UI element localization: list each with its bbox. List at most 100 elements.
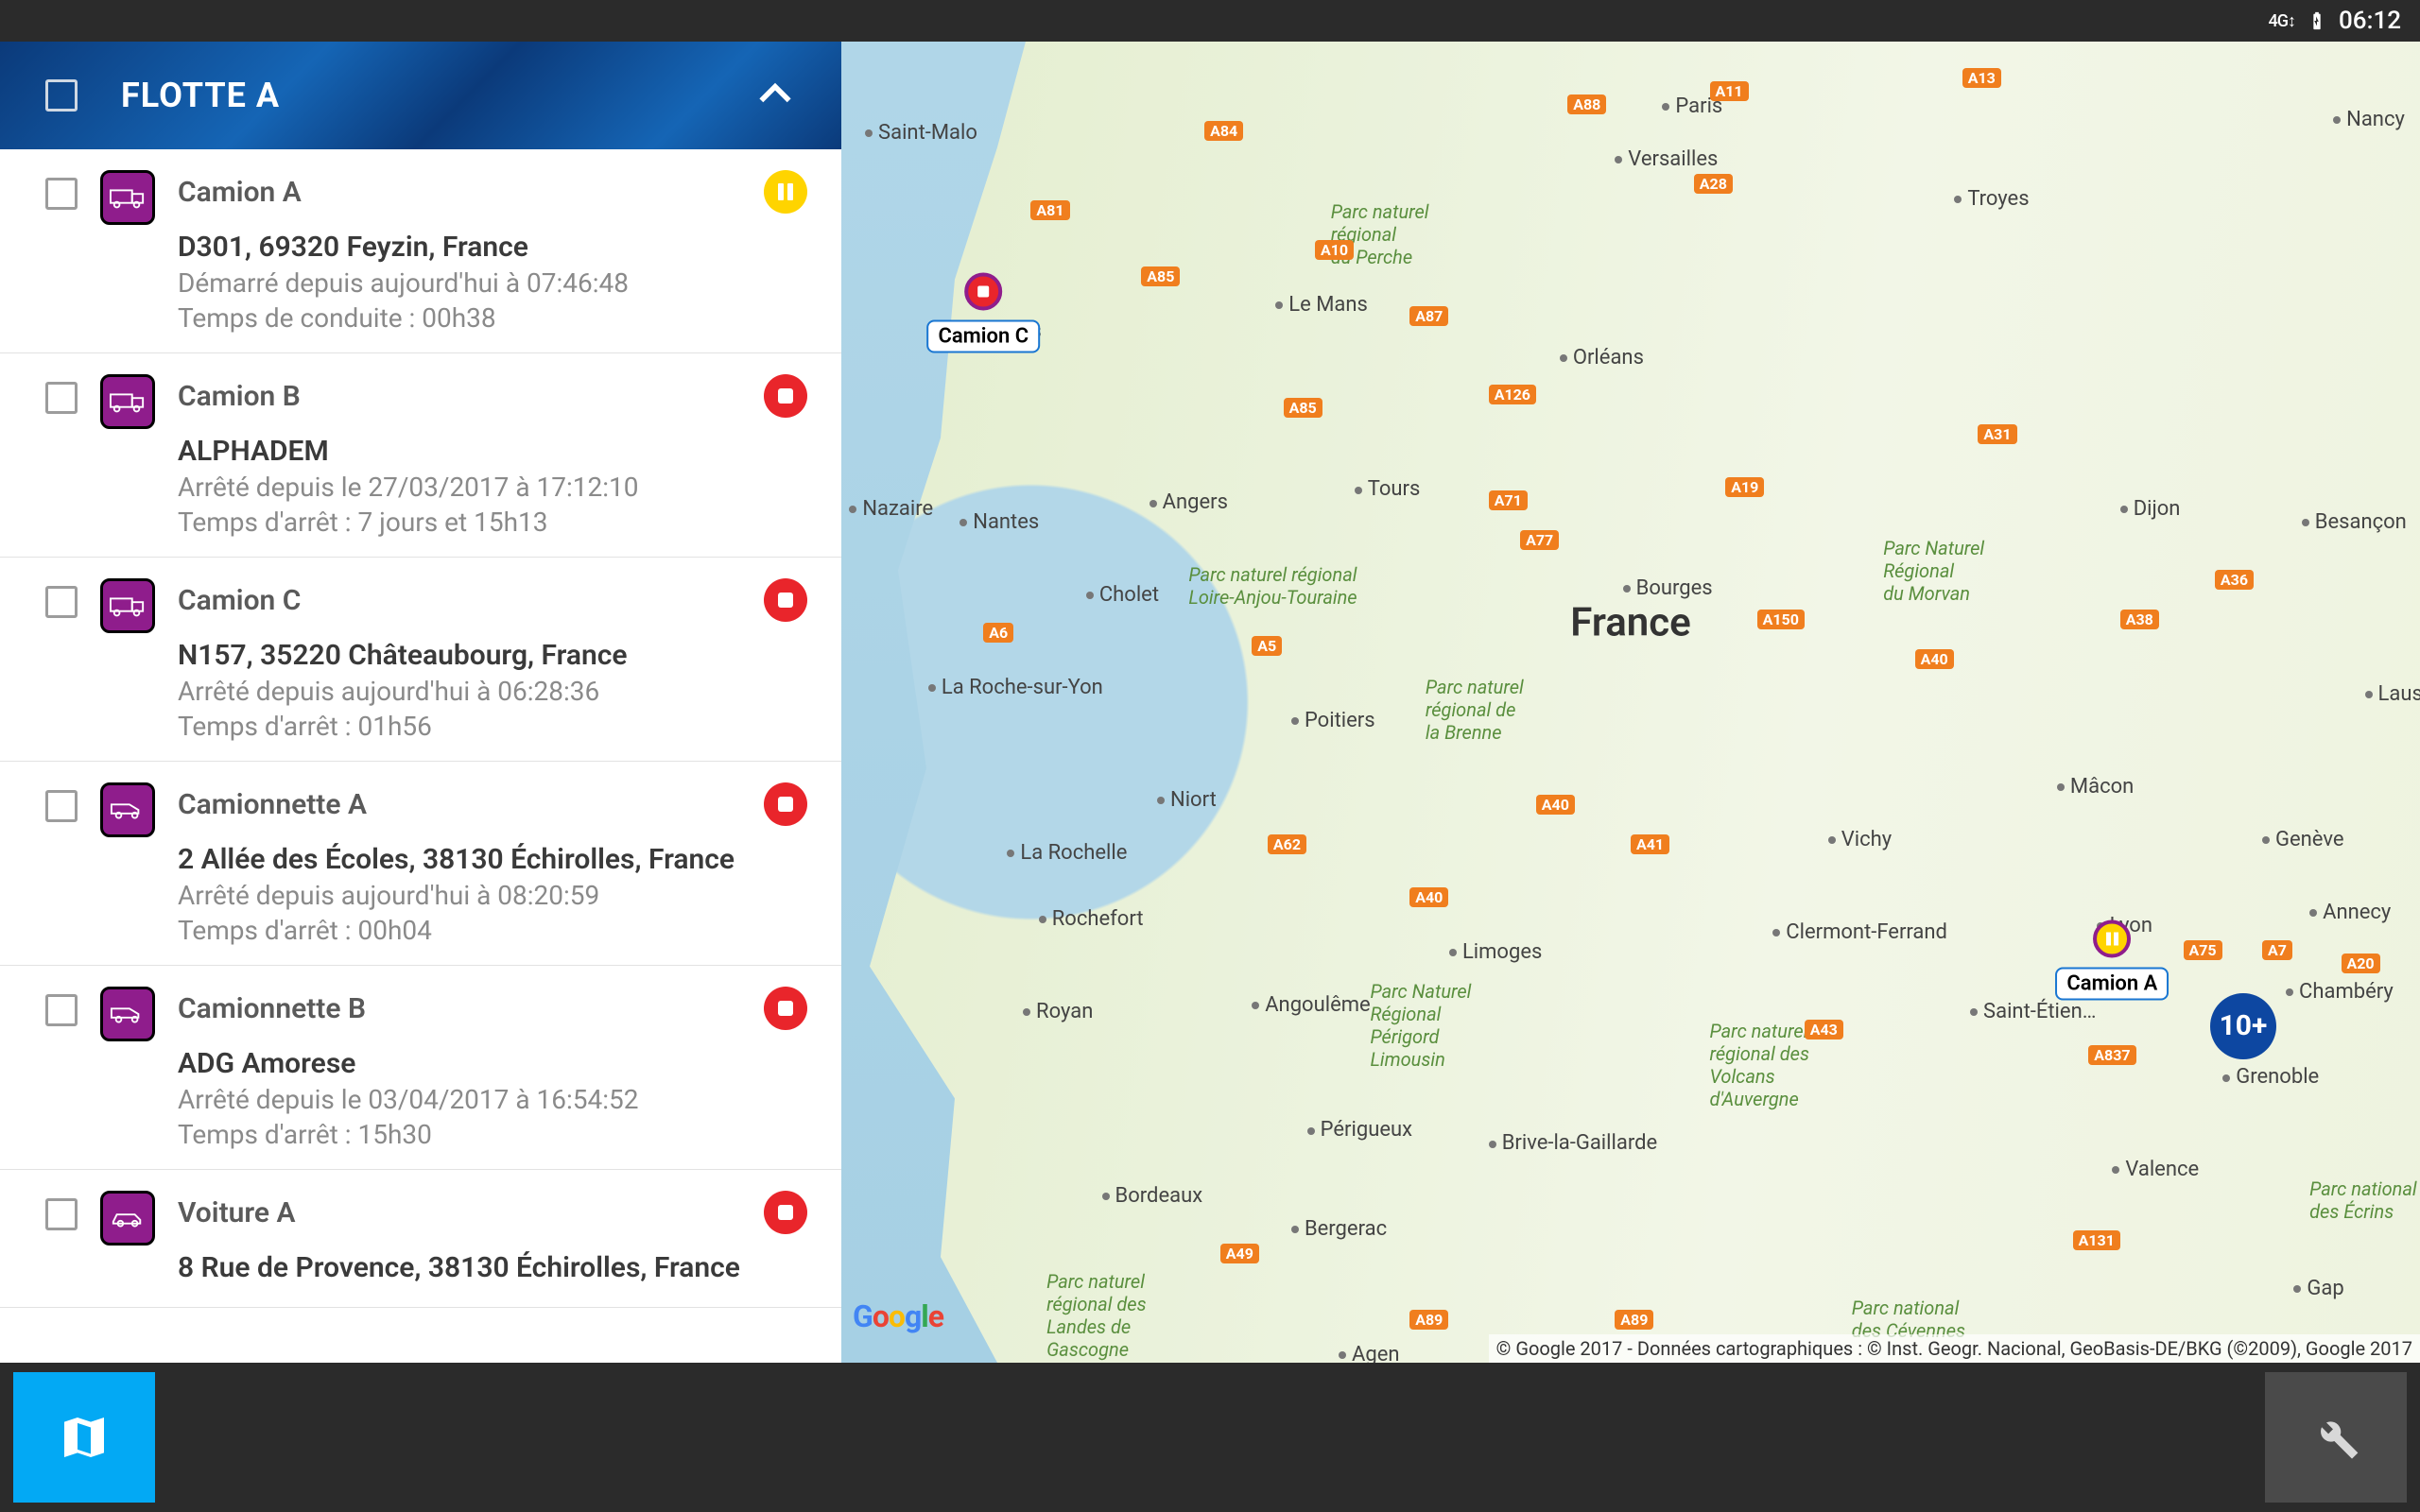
map-city-label: Grenoble (2222, 1065, 2319, 1089)
map-city-label: Annecy (2309, 901, 2391, 924)
marker-label: Camion C (926, 319, 1040, 352)
map-park-label: Parc naturel régionalLoire-Anjou-Tourain… (1188, 563, 1357, 609)
map-city-label: Limoges (1449, 940, 1542, 964)
map-attribution: © Google 2017 - Données cartographiques … (1489, 1334, 2420, 1363)
road-shield: A36 (2215, 570, 2254, 590)
vehicle-checkbox[interactable] (45, 790, 78, 822)
road-shield: A81 (1030, 200, 1069, 220)
map-city-label: Dijon (2120, 497, 2181, 521)
vehicle-type-icon (100, 170, 155, 225)
map-city-label: Bergerac (1291, 1217, 1387, 1241)
map-city-label: Saint-Malo (865, 121, 977, 145)
map-cluster[interactable]: 10+ (2210, 993, 2276, 1059)
road-shield: A40 (1536, 795, 1575, 815)
map-city-label: Besançon (2302, 510, 2407, 534)
vehicle-item[interactable]: Voiture A 8 Rue de Provence, 38130 Échir… (0, 1170, 841, 1308)
battery-charging-icon (2307, 7, 2327, 35)
vehicle-checkbox[interactable] (45, 382, 78, 414)
status-stopped-icon (764, 578, 807, 622)
network-indicator: 4G↕ (2269, 11, 2296, 31)
chevron-up-icon[interactable] (754, 73, 796, 118)
vehicle-name: Camion B (178, 380, 764, 413)
map-marker[interactable]: Camion A (2055, 919, 2169, 1000)
vehicle-address: 8 Rue de Provence, 38130 Échirolles, Fra… (178, 1251, 813, 1284)
vehicle-list[interactable]: Camion A D301, 69320 Feyzin, France Déma… (0, 149, 841, 1363)
vehicle-item[interactable]: Camion B ALPHADEM Arrêté depuis le 27/03… (0, 353, 841, 558)
marker-label: Camion A (2055, 967, 2169, 1000)
wrench-icon (2309, 1411, 2362, 1464)
map-city-label: Cholet (1086, 583, 1159, 607)
vehicle-meta-2: Temps d'arrêt : 15h30 (178, 1119, 813, 1150)
map-marker[interactable]: Camion C (926, 272, 1040, 352)
map-city-label: Clermont-Ferrand (1772, 920, 1947, 944)
vehicle-name: Camion C (178, 584, 764, 617)
vehicle-checkbox[interactable] (45, 586, 78, 618)
vehicle-item[interactable]: Camionnette B ADG Amorese Arrêté depuis … (0, 966, 841, 1170)
vehicle-type-icon (100, 578, 155, 633)
vehicle-meta-2: Temps d'arrêt : 01h56 (178, 711, 813, 742)
road-shield: A11 (1710, 81, 1749, 101)
road-shield: A84 (1204, 121, 1243, 141)
vehicle-meta-2: Temps de conduite : 00h38 (178, 302, 813, 334)
map-city-label: Saint-Étien… (1970, 1000, 2096, 1023)
map-city-label: Orléans (1560, 346, 1644, 369)
map-city-label: Le Mans (1275, 293, 1368, 317)
road-shield: A126 (1489, 385, 1536, 404)
map-city-label: Bourges (1623, 576, 1713, 600)
fleet-select-all-checkbox[interactable] (45, 79, 78, 112)
road-shield: A88 (1567, 94, 1606, 114)
map-city-label: Valence (2112, 1158, 2199, 1181)
vehicle-name: Camionnette A (178, 788, 764, 821)
map-city-label: Gap (2293, 1277, 2343, 1300)
map-city-label: Rochefort (1039, 907, 1144, 931)
road-shield: A89 (1409, 1310, 1448, 1330)
vehicle-type-icon (100, 987, 155, 1041)
map-city-label: Bordeaux (1102, 1184, 1203, 1208)
map[interactable]: ParisVersaillesSaint-MaloRennesLe MansOr… (841, 42, 2420, 1363)
map-city-label: Laus... (2365, 682, 2420, 706)
vehicle-checkbox[interactable] (45, 1198, 78, 1230)
map-city-label: Angoulême (1252, 993, 1371, 1017)
vehicle-type-icon (100, 1191, 155, 1246)
map-city-label: Nazaire (849, 497, 933, 521)
vehicle-meta-1: Arrêté depuis le 03/04/2017 à 16:54:52 (178, 1084, 813, 1115)
status-stopped-icon (764, 782, 807, 826)
vehicle-item[interactable]: Camionnette A 2 Allée des Écoles, 38130 … (0, 762, 841, 966)
vehicle-checkbox[interactable] (45, 178, 78, 210)
settings-button[interactable] (2265, 1372, 2407, 1503)
status-paused-icon (764, 170, 807, 214)
vehicle-meta-2: Temps d'arrêt : 7 jours et 15h13 (178, 507, 813, 538)
road-shield: A40 (1409, 887, 1448, 907)
fleet-name: FLOTTE A (121, 76, 754, 115)
sidebar: FLOTTE A Camion A D301, 69320 Feyzin, Fr… (0, 42, 841, 1363)
status-stopped-icon (764, 374, 807, 418)
vehicle-address: 2 Allée des Écoles, 38130 Échirolles, Fr… (178, 843, 813, 876)
road-shield: A38 (2120, 610, 2159, 629)
map-view-button[interactable] (13, 1372, 155, 1503)
map-city-label: Mâcon (2057, 775, 2134, 799)
vehicle-name: Camion A (178, 176, 764, 209)
map-park-label: Parc NaturelRégionaldu Morvan (1883, 537, 1984, 605)
road-shield: A10 (1315, 240, 1354, 260)
map-city-label: Poitiers (1291, 709, 1375, 732)
map-park-label: Parc naturelrégional dela Brenne (1426, 676, 1524, 744)
map-city-label: Tours (1355, 477, 1421, 501)
road-shield: A150 (1757, 610, 1805, 629)
vehicle-meta-2: Temps d'arrêt : 00h04 (178, 915, 813, 946)
vehicle-name: Voiture A (178, 1196, 764, 1229)
road-shield: A75 (2184, 940, 2222, 960)
google-logo: Google (853, 1298, 943, 1334)
vehicle-name: Camionnette B (178, 992, 764, 1025)
vehicle-address: ADG Amorese (178, 1047, 813, 1080)
road-shield: A28 (1694, 174, 1733, 194)
road-shield: A62 (1268, 834, 1306, 854)
vehicle-checkbox[interactable] (45, 994, 78, 1026)
vehicle-item[interactable]: Camion A D301, 69320 Feyzin, France Déma… (0, 149, 841, 353)
vehicle-item[interactable]: Camion C N157, 35220 Châteaubourg, Franc… (0, 558, 841, 762)
fleet-header[interactable]: FLOTTE A (0, 42, 841, 149)
road-shield: A20 (2342, 954, 2380, 973)
road-shield: A77 (1520, 530, 1559, 550)
road-shield: A13 (1962, 68, 2001, 88)
map-city-label: Nantes (959, 510, 1039, 534)
road-shield: A43 (1805, 1020, 1843, 1040)
